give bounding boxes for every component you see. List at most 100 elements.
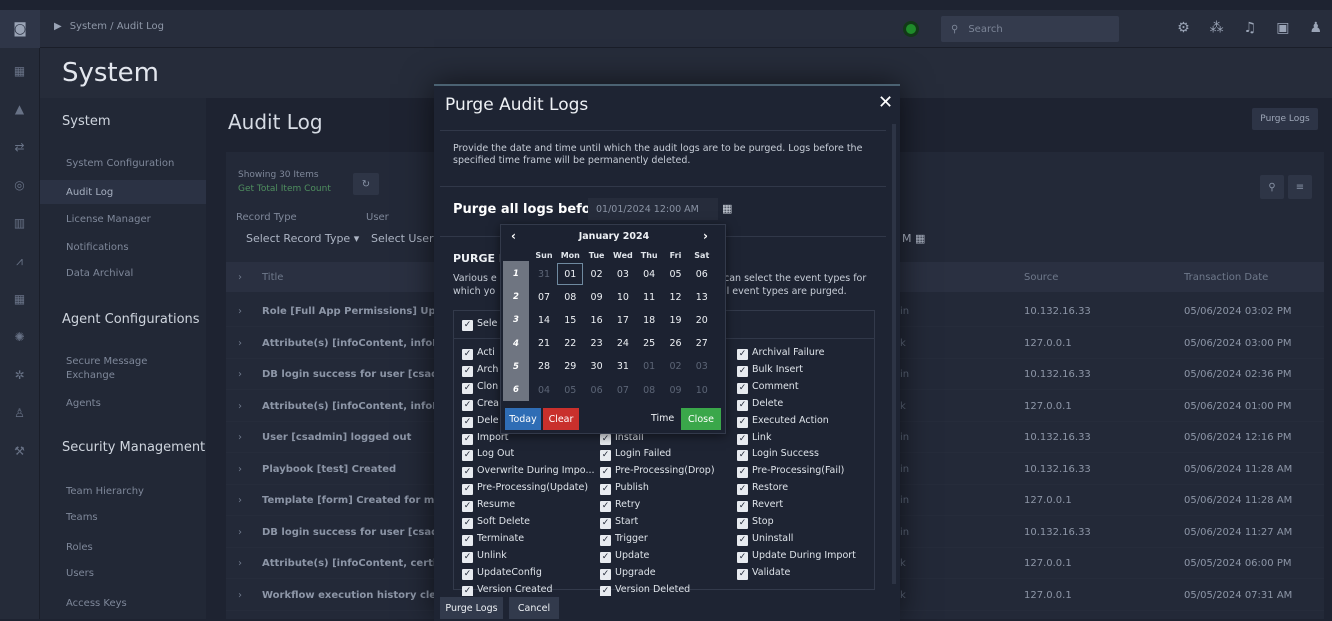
event-type-checkbox[interactable]: ✓ Delete <box>737 398 783 411</box>
nav-item-notifications[interactable]: Notifications <box>66 242 129 253</box>
calendar-month-label[interactable]: January 2024 <box>501 231 727 245</box>
nav-item-access-keys[interactable]: Access Keys <box>66 598 127 609</box>
calendar-day[interactable]: 25 <box>636 333 662 355</box>
calendar-day[interactable]: 05 <box>663 263 689 285</box>
admin-icon[interactable]: ⚒ <box>0 436 39 466</box>
nav-section-security-management[interactable]: Security Management <box>62 440 205 455</box>
compass-icon[interactable]: ◎ <box>0 170 39 200</box>
calendar-day[interactable]: 01 <box>636 356 662 378</box>
date-filter[interactable]: M ▦ <box>902 232 925 245</box>
event-type-checkbox[interactable]: ✓ Bulk Insert <box>737 364 803 377</box>
nav-item-system-configuration[interactable]: System Configuration <box>66 158 174 169</box>
event-type-checkbox[interactable]: ✓ Version Deleted <box>600 584 690 597</box>
event-type-checkbox[interactable]: ✓ Upgrade <box>600 567 656 580</box>
settings-icon[interactable]: ✺ <box>0 322 39 352</box>
chart-icon[interactable]: ▲ <box>0 94 39 124</box>
calendar-day[interactable]: 19 <box>663 309 689 331</box>
event-type-checkbox[interactable]: ✓ Executed Action <box>737 415 829 428</box>
purge-date-input[interactable]: 01/01/2024 12:00 AM <box>588 198 718 220</box>
menu-icon[interactable]: ≡ <box>1288 175 1312 199</box>
calendar-day[interactable]: 29 <box>557 356 583 378</box>
calendar-icon[interactable]: ▦ <box>722 202 732 215</box>
get-total-link[interactable]: Get Total Item Count <box>238 184 331 194</box>
nav-item-exchange[interactable]: Exchange <box>66 370 115 381</box>
event-type-checkbox[interactable]: ✓ Pre-Processing(Fail) <box>737 465 844 479</box>
today-button[interactable]: Today <box>505 408 541 430</box>
calendar-day[interactable]: 24 <box>610 333 636 355</box>
calendar-day[interactable]: 21 <box>531 333 557 355</box>
clipboard-icon[interactable]: ▣ <box>1276 20 1289 36</box>
calendar-icon[interactable]: ▦ <box>915 232 925 245</box>
calendar-day[interactable]: 06 <box>584 379 610 401</box>
bell-icon[interactable]: ♫ <box>1244 20 1257 36</box>
gear-icon[interactable]: ⚙ <box>1177 20 1190 36</box>
cog-icon[interactable]: ✲ <box>0 360 39 390</box>
calendar-day[interactable]: 31 <box>610 356 636 378</box>
calendar-close-button[interactable]: Close <box>681 408 721 430</box>
event-type-checkbox[interactable]: ✓ Acti <box>462 347 495 360</box>
calendar-day[interactable]: 26 <box>663 333 689 355</box>
event-type-checkbox[interactable]: ✓ Validate <box>737 567 790 580</box>
col-transaction-date[interactable]: Transaction Date <box>1184 272 1268 283</box>
user-select[interactable]: Select User <box>371 232 434 245</box>
event-type-checkbox[interactable]: ✓ Crea <box>462 398 499 411</box>
shuffle-icon[interactable]: ⇄ <box>0 132 39 162</box>
event-type-checkbox[interactable]: ✓ Version Created <box>462 584 553 597</box>
nav-item-license-manager[interactable]: License Manager <box>66 214 151 225</box>
event-type-checkbox[interactable]: ✓ Start <box>600 516 638 529</box>
users-icon[interactable]: ♙ <box>0 398 39 428</box>
event-type-checkbox[interactable]: ✓ Resume <box>462 499 515 513</box>
expand-row-icon[interactable]: › <box>238 306 242 317</box>
app-logo-icon[interactable]: ◙ <box>0 10 40 48</box>
select-all-checkbox[interactable]: ✓ Sele <box>462 318 497 331</box>
calendar-day[interactable]: 11 <box>636 286 662 308</box>
expand-row-icon[interactable]: › <box>238 590 242 601</box>
event-type-checkbox[interactable]: ✓ Retry <box>600 499 640 513</box>
event-type-checkbox[interactable]: ✓ UpdateConfig <box>462 567 542 580</box>
calendar-day[interactable]: 20 <box>689 309 715 331</box>
calendar-day[interactable]: 09 <box>584 286 610 308</box>
search-input[interactable]: ⚲ Search <box>941 16 1119 42</box>
expand-row-icon[interactable]: › <box>238 369 242 380</box>
expand-row-icon[interactable]: › <box>238 432 242 443</box>
calendar-day[interactable]: 23 <box>584 333 610 355</box>
nav-item-agents[interactable]: Agents <box>66 398 101 409</box>
calendar-day[interactable]: 06 <box>689 263 715 285</box>
calendar-day[interactable]: 04 <box>531 379 557 401</box>
calendar-day[interactable]: 07 <box>610 379 636 401</box>
expand-row-icon[interactable]: › <box>238 495 242 506</box>
calendar-day[interactable]: 31 <box>531 263 557 285</box>
event-type-checkbox[interactable]: ✓ Uninstall <box>737 533 793 546</box>
record-type-select[interactable]: Select Record Type ▾ <box>246 232 359 245</box>
expand-row-icon[interactable]: › <box>238 558 242 569</box>
calendar-day[interactable]: 08 <box>636 379 662 401</box>
calendar-day[interactable]: 12 <box>663 286 689 308</box>
event-type-checkbox[interactable]: ✓ Stop <box>737 516 774 529</box>
week-number[interactable]: 3 <box>503 309 529 331</box>
user-icon[interactable]: ♟ <box>1309 20 1322 36</box>
calendar-day[interactable]: 10 <box>689 379 715 401</box>
play-icon[interactable]: ▶ <box>54 21 62 32</box>
calendar-day[interactable]: 15 <box>557 309 583 331</box>
event-type-checkbox[interactable]: ✓ Comment <box>737 381 799 394</box>
nav-item-secure-message[interactable]: Secure Message <box>66 356 147 367</box>
calendar-day[interactable]: 17 <box>610 309 636 331</box>
nav-item-roles[interactable]: Roles <box>66 542 93 553</box>
calendar-day[interactable]: 05 <box>557 379 583 401</box>
calendar-day[interactable]: 01 <box>557 263 584 285</box>
calendar-day[interactable]: 14 <box>531 309 557 331</box>
event-type-checkbox[interactable]: ✓ Link <box>737 432 771 445</box>
calendar-day[interactable]: 03 <box>689 356 715 378</box>
purge-logs-button[interactable]: Purge Logs <box>1252 108 1318 130</box>
week-number[interactable]: 4 <box>503 333 529 355</box>
calendar-day[interactable]: 16 <box>584 309 610 331</box>
event-type-checkbox[interactable]: ✓ Restore <box>737 482 788 496</box>
week-number[interactable]: 5 <box>503 356 529 378</box>
calendar-day[interactable]: 07 <box>531 286 557 308</box>
calendar-day[interactable]: 22 <box>557 333 583 355</box>
calendar-day[interactable]: 27 <box>689 333 715 355</box>
event-type-checkbox[interactable]: ✓ Log Out <box>462 448 514 462</box>
time-toggle[interactable]: Time <box>651 413 674 424</box>
graph-icon[interactable]: ⩘ <box>0 246 39 276</box>
col-source[interactable]: Source <box>1024 272 1058 283</box>
